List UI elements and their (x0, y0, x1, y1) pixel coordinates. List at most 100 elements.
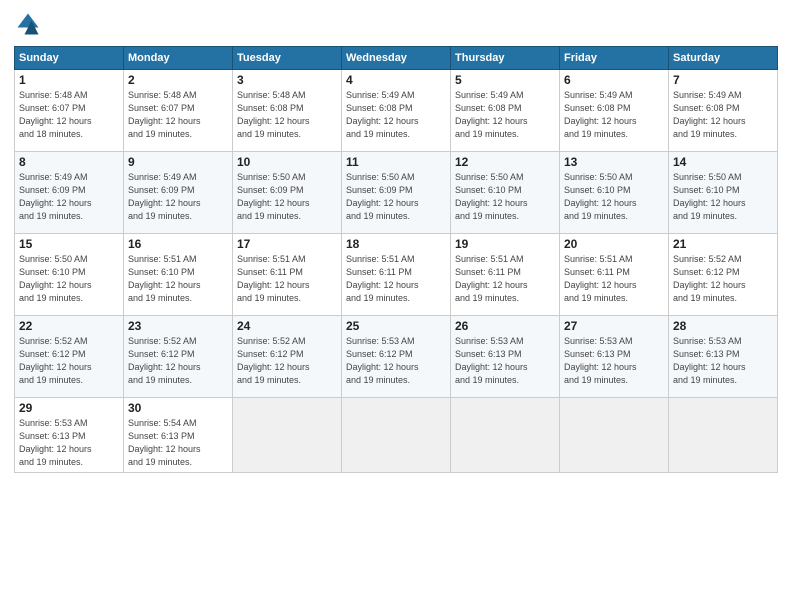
day-number: 19 (455, 237, 555, 251)
day-number: 27 (564, 319, 664, 333)
day-info: Sunrise: 5:53 AMSunset: 6:12 PMDaylight:… (346, 335, 446, 387)
calendar-cell: 19 Sunrise: 5:51 AMSunset: 6:11 PMDaylig… (451, 234, 560, 316)
day-info: Sunrise: 5:51 AMSunset: 6:11 PMDaylight:… (346, 253, 446, 305)
day-info: Sunrise: 5:53 AMSunset: 6:13 PMDaylight:… (564, 335, 664, 387)
day-number: 23 (128, 319, 228, 333)
calendar-cell: 24 Sunrise: 5:52 AMSunset: 6:12 PMDaylig… (233, 316, 342, 398)
day-number: 2 (128, 73, 228, 87)
day-number: 14 (673, 155, 773, 169)
day-number: 22 (19, 319, 119, 333)
page: SundayMondayTuesdayWednesdayThursdayFrid… (0, 0, 792, 612)
calendar-cell (342, 398, 451, 473)
day-info: Sunrise: 5:49 AMSunset: 6:08 PMDaylight:… (564, 89, 664, 141)
calendar-cell: 18 Sunrise: 5:51 AMSunset: 6:11 PMDaylig… (342, 234, 451, 316)
calendar-cell: 30 Sunrise: 5:54 AMSunset: 6:13 PMDaylig… (124, 398, 233, 473)
logo (14, 10, 46, 38)
day-number: 9 (128, 155, 228, 169)
calendar-cell: 9 Sunrise: 5:49 AMSunset: 6:09 PMDayligh… (124, 152, 233, 234)
calendar-cell: 15 Sunrise: 5:50 AMSunset: 6:10 PMDaylig… (15, 234, 124, 316)
day-info: Sunrise: 5:50 AMSunset: 6:10 PMDaylight:… (455, 171, 555, 223)
calendar-cell: 11 Sunrise: 5:50 AMSunset: 6:09 PMDaylig… (342, 152, 451, 234)
day-info: Sunrise: 5:53 AMSunset: 6:13 PMDaylight:… (673, 335, 773, 387)
calendar-cell: 5 Sunrise: 5:49 AMSunset: 6:08 PMDayligh… (451, 70, 560, 152)
day-info: Sunrise: 5:51 AMSunset: 6:10 PMDaylight:… (128, 253, 228, 305)
calendar-cell: 26 Sunrise: 5:53 AMSunset: 6:13 PMDaylig… (451, 316, 560, 398)
day-number: 29 (19, 401, 119, 415)
calendar-cell: 4 Sunrise: 5:49 AMSunset: 6:08 PMDayligh… (342, 70, 451, 152)
day-info: Sunrise: 5:49 AMSunset: 6:09 PMDaylight:… (19, 171, 119, 223)
day-info: Sunrise: 5:52 AMSunset: 6:12 PMDaylight:… (673, 253, 773, 305)
calendar-cell: 14 Sunrise: 5:50 AMSunset: 6:10 PMDaylig… (669, 152, 778, 234)
day-info: Sunrise: 5:51 AMSunset: 6:11 PMDaylight:… (455, 253, 555, 305)
day-info: Sunrise: 5:49 AMSunset: 6:08 PMDaylight:… (455, 89, 555, 141)
day-info: Sunrise: 5:49 AMSunset: 6:09 PMDaylight:… (128, 171, 228, 223)
calendar-cell (669, 398, 778, 473)
day-info: Sunrise: 5:50 AMSunset: 6:09 PMDaylight:… (346, 171, 446, 223)
calendar-cell: 6 Sunrise: 5:49 AMSunset: 6:08 PMDayligh… (560, 70, 669, 152)
day-number: 12 (455, 155, 555, 169)
calendar-cell: 25 Sunrise: 5:53 AMSunset: 6:12 PMDaylig… (342, 316, 451, 398)
calendar-cell: 1 Sunrise: 5:48 AMSunset: 6:07 PMDayligh… (15, 70, 124, 152)
day-number: 16 (128, 237, 228, 251)
day-number: 24 (237, 319, 337, 333)
calendar-cell: 16 Sunrise: 5:51 AMSunset: 6:10 PMDaylig… (124, 234, 233, 316)
day-info: Sunrise: 5:48 AMSunset: 6:08 PMDaylight:… (237, 89, 337, 141)
day-number: 15 (19, 237, 119, 251)
day-info: Sunrise: 5:52 AMSunset: 6:12 PMDaylight:… (19, 335, 119, 387)
day-info: Sunrise: 5:50 AMSunset: 6:10 PMDaylight:… (564, 171, 664, 223)
day-number: 30 (128, 401, 228, 415)
calendar-cell: 20 Sunrise: 5:51 AMSunset: 6:11 PMDaylig… (560, 234, 669, 316)
day-number: 5 (455, 73, 555, 87)
day-number: 25 (346, 319, 446, 333)
calendar-cell: 12 Sunrise: 5:50 AMSunset: 6:10 PMDaylig… (451, 152, 560, 234)
col-header-sunday: Sunday (15, 47, 124, 70)
day-info: Sunrise: 5:52 AMSunset: 6:12 PMDaylight:… (128, 335, 228, 387)
calendar-cell: 22 Sunrise: 5:52 AMSunset: 6:12 PMDaylig… (15, 316, 124, 398)
day-number: 20 (564, 237, 664, 251)
day-number: 4 (346, 73, 446, 87)
col-header-tuesday: Tuesday (233, 47, 342, 70)
calendar-cell: 27 Sunrise: 5:53 AMSunset: 6:13 PMDaylig… (560, 316, 669, 398)
col-header-wednesday: Wednesday (342, 47, 451, 70)
day-number: 10 (237, 155, 337, 169)
day-number: 28 (673, 319, 773, 333)
day-number: 21 (673, 237, 773, 251)
day-number: 6 (564, 73, 664, 87)
day-info: Sunrise: 5:50 AMSunset: 6:10 PMDaylight:… (673, 171, 773, 223)
calendar-cell: 2 Sunrise: 5:48 AMSunset: 6:07 PMDayligh… (124, 70, 233, 152)
calendar-cell: 29 Sunrise: 5:53 AMSunset: 6:13 PMDaylig… (15, 398, 124, 473)
day-info: Sunrise: 5:49 AMSunset: 6:08 PMDaylight:… (673, 89, 773, 141)
day-info: Sunrise: 5:51 AMSunset: 6:11 PMDaylight:… (564, 253, 664, 305)
calendar-cell: 3 Sunrise: 5:48 AMSunset: 6:08 PMDayligh… (233, 70, 342, 152)
calendar-cell: 10 Sunrise: 5:50 AMSunset: 6:09 PMDaylig… (233, 152, 342, 234)
col-header-saturday: Saturday (669, 47, 778, 70)
day-number: 8 (19, 155, 119, 169)
calendar: SundayMondayTuesdayWednesdayThursdayFrid… (14, 46, 778, 473)
day-info: Sunrise: 5:48 AMSunset: 6:07 PMDaylight:… (128, 89, 228, 141)
col-header-monday: Monday (124, 47, 233, 70)
header (14, 10, 778, 38)
day-info: Sunrise: 5:50 AMSunset: 6:09 PMDaylight:… (237, 171, 337, 223)
day-number: 17 (237, 237, 337, 251)
calendar-cell: 28 Sunrise: 5:53 AMSunset: 6:13 PMDaylig… (669, 316, 778, 398)
day-info: Sunrise: 5:52 AMSunset: 6:12 PMDaylight:… (237, 335, 337, 387)
day-info: Sunrise: 5:54 AMSunset: 6:13 PMDaylight:… (128, 417, 228, 469)
day-info: Sunrise: 5:48 AMSunset: 6:07 PMDaylight:… (19, 89, 119, 141)
calendar-cell (233, 398, 342, 473)
day-info: Sunrise: 5:49 AMSunset: 6:08 PMDaylight:… (346, 89, 446, 141)
day-number: 7 (673, 73, 773, 87)
calendar-cell (451, 398, 560, 473)
calendar-cell: 8 Sunrise: 5:49 AMSunset: 6:09 PMDayligh… (15, 152, 124, 234)
col-header-friday: Friday (560, 47, 669, 70)
day-number: 18 (346, 237, 446, 251)
col-header-thursday: Thursday (451, 47, 560, 70)
day-number: 1 (19, 73, 119, 87)
logo-icon (14, 10, 42, 38)
day-number: 3 (237, 73, 337, 87)
day-number: 11 (346, 155, 446, 169)
day-info: Sunrise: 5:53 AMSunset: 6:13 PMDaylight:… (455, 335, 555, 387)
day-info: Sunrise: 5:51 AMSunset: 6:11 PMDaylight:… (237, 253, 337, 305)
day-info: Sunrise: 5:50 AMSunset: 6:10 PMDaylight:… (19, 253, 119, 305)
calendar-cell: 23 Sunrise: 5:52 AMSunset: 6:12 PMDaylig… (124, 316, 233, 398)
calendar-cell: 21 Sunrise: 5:52 AMSunset: 6:12 PMDaylig… (669, 234, 778, 316)
